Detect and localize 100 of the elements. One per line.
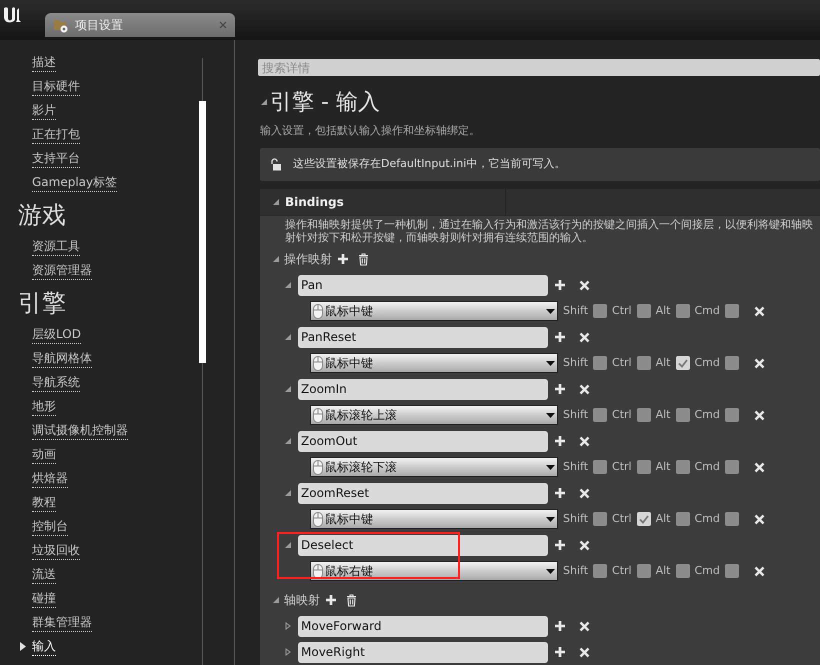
- modifier-checkbox[interactable]: [724, 512, 739, 526]
- modifier-checkbox[interactable]: [676, 460, 690, 474]
- sidebar-link[interactable]: 教程: [32, 492, 56, 512]
- modifier-checkbox[interactable]: [593, 408, 608, 422]
- sidebar-link[interactable]: 导航系统: [32, 372, 80, 392]
- sidebar-link[interactable]: 导航网格体: [32, 348, 92, 368]
- modifier-checkbox[interactable]: [636, 356, 651, 370]
- mapping-name-field[interactable]: Deselect: [298, 534, 548, 556]
- sidebar-section-title: 游戏: [18, 200, 67, 230]
- sidebar-link[interactable]: 目标硬件: [32, 76, 80, 96]
- add-icon[interactable]: [554, 620, 566, 632]
- trash-icon[interactable]: [346, 594, 357, 606]
- modifier-checkbox[interactable]: [636, 564, 651, 578]
- sidebar-link[interactable]: 正在打包: [32, 124, 80, 144]
- expanded-arrow-icon[interactable]: [272, 596, 280, 604]
- modifier-checkbox[interactable]: [593, 356, 608, 370]
- modifier-checkbox[interactable]: [676, 564, 690, 578]
- mapping-name-field[interactable]: Pan: [298, 274, 548, 296]
- expanded-arrow-icon[interactable]: [272, 198, 280, 206]
- sidebar-link[interactable]: 输入: [32, 636, 56, 656]
- key-dropdown[interactable]: 鼠标中键: [310, 509, 558, 529]
- mapping-name-field[interactable]: ZoomIn: [298, 378, 548, 400]
- add-icon[interactable]: [325, 594, 337, 606]
- modifier-label: Alt: [656, 302, 670, 319]
- caret-icon: [546, 516, 555, 522]
- trash-icon[interactable]: [358, 252, 369, 266]
- mapping-name-field[interactable]: MoveRight: [298, 642, 548, 662]
- sidebar-link[interactable]: 资源管理器: [32, 260, 92, 280]
- collapsed-arrow-icon[interactable]: [284, 622, 292, 630]
- modifier-label: Cmd: [694, 354, 720, 371]
- check-icon: [678, 358, 688, 368]
- expanded-arrow-icon[interactable]: [284, 437, 292, 445]
- modifier-label: Cmd: [694, 562, 720, 579]
- sidebar-link[interactable]: 层级LOD: [32, 324, 81, 344]
- modifier-label: Shift: [563, 562, 588, 579]
- mapping-name-field[interactable]: MoveForward: [298, 616, 548, 636]
- sidebar-link[interactable]: 资源工具: [32, 236, 80, 256]
- key-dropdown[interactable]: 鼠标中键: [310, 353, 558, 373]
- modifier-label: Cmd: [694, 302, 720, 319]
- add-icon[interactable]: [554, 435, 566, 447]
- modifier-label: Ctrl: [612, 510, 632, 527]
- add-icon[interactable]: [554, 279, 566, 291]
- expanded-arrow-icon[interactable]: [284, 489, 292, 497]
- modifier-checkbox[interactable]: [593, 564, 608, 578]
- page-title: 引擎 - 输入: [270, 88, 380, 116]
- sidebar-link[interactable]: 描述: [32, 52, 56, 72]
- mouse-icon: [313, 304, 323, 318]
- modifier-checkbox[interactable]: [636, 512, 651, 526]
- mapping-name-field[interactable]: ZoomOut: [298, 430, 548, 452]
- mapping-name-field[interactable]: ZoomReset: [298, 482, 548, 504]
- add-icon[interactable]: [554, 383, 566, 395]
- mapping-name-field[interactable]: PanReset: [298, 326, 548, 348]
- add-icon[interactable]: [554, 487, 566, 499]
- modifier-checkbox[interactable]: [724, 304, 739, 318]
- modifier-checkbox[interactable]: [676, 304, 690, 318]
- expanded-arrow-icon[interactable]: [260, 98, 268, 106]
- modifier-checkbox[interactable]: [724, 408, 739, 422]
- sidebar-link[interactable]: 地形: [32, 396, 56, 416]
- add-icon[interactable]: [337, 253, 349, 265]
- sidebar-link[interactable]: 影片: [32, 100, 56, 120]
- key-dropdown[interactable]: 鼠标滚轮上滚: [310, 405, 558, 425]
- collapsed-arrow-icon[interactable]: [284, 648, 292, 656]
- sidebar-link[interactable]: 垃圾回收: [32, 540, 80, 560]
- modifier-checkbox[interactable]: [676, 408, 690, 422]
- modifier-checkbox[interactable]: [724, 460, 739, 474]
- sidebar-link[interactable]: 流送: [32, 564, 56, 584]
- expanded-arrow-icon[interactable]: [284, 333, 292, 341]
- modifier-checkbox[interactable]: [676, 512, 690, 526]
- add-icon[interactable]: [554, 331, 566, 343]
- sidebar-link[interactable]: 群集管理器: [32, 612, 92, 632]
- key-dropdown[interactable]: 鼠标中键: [310, 301, 558, 321]
- sidebar-link[interactable]: 动画: [32, 444, 56, 464]
- modifier-checkbox[interactable]: [724, 564, 739, 578]
- expanded-arrow-icon[interactable]: [284, 281, 292, 289]
- sidebar-link[interactable]: 烘焙器: [32, 468, 68, 488]
- sidebar-link[interactable]: Gameplay标签: [32, 172, 118, 192]
- sidebar-link[interactable]: 调试摄像机控制器: [32, 420, 128, 440]
- notice-text: 这些设置被保存在DefaultInput.ini中，它当前可写入。: [293, 156, 566, 172]
- sidebar-link[interactable]: 支持平台: [32, 148, 80, 168]
- sidebar-link[interactable]: 碰撞: [32, 588, 56, 608]
- modifier-checkbox[interactable]: [636, 408, 651, 422]
- key-dropdown[interactable]: 鼠标滚轮下滚: [310, 457, 558, 477]
- modifier-checkbox[interactable]: [724, 356, 739, 370]
- modifier-checkbox[interactable]: [593, 512, 608, 526]
- modifier-checkbox[interactable]: [593, 304, 608, 318]
- expanded-arrow-icon[interactable]: [272, 255, 280, 263]
- modifier-label: Cmd: [694, 458, 720, 475]
- expanded-arrow-icon[interactable]: [284, 385, 292, 393]
- sidebar-link[interactable]: 控制台: [32, 516, 68, 536]
- modifier-checkbox[interactable]: [593, 460, 608, 474]
- modifier-checkbox[interactable]: [636, 460, 651, 474]
- modifier-label: Shift: [563, 406, 588, 423]
- modifier-checkbox[interactable]: [636, 304, 651, 318]
- expanded-arrow-icon[interactable]: [284, 541, 292, 549]
- project-settings-tab[interactable]: 项目设置: [45, 13, 235, 37]
- add-icon[interactable]: [554, 539, 566, 551]
- key-dropdown[interactable]: 鼠标右键: [310, 561, 558, 581]
- modifier-checkbox[interactable]: [676, 356, 690, 370]
- add-icon[interactable]: [554, 646, 566, 658]
- scrollbar-thumb[interactable]: [199, 101, 206, 363]
